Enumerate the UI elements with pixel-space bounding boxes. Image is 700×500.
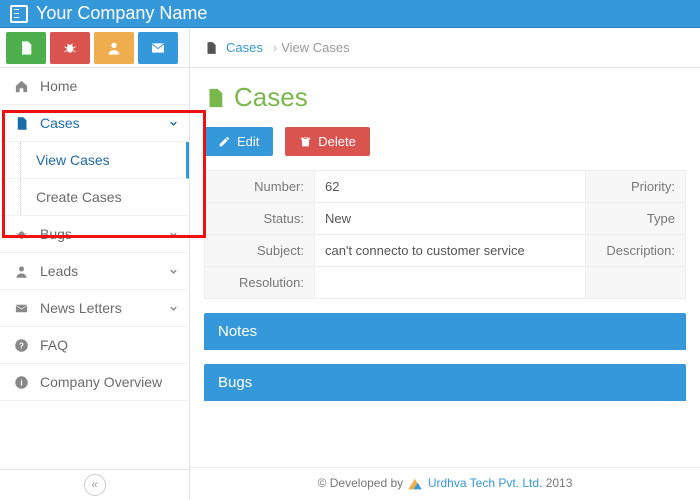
sidebar-item-news[interactable]: News Letters	[0, 290, 189, 327]
sidebar-collapse[interactable]: «	[0, 469, 189, 500]
field-value-resolution	[315, 267, 586, 299]
breadcrumb-root[interactable]: Cases	[226, 40, 263, 55]
pencil-icon	[218, 135, 231, 148]
bug-icon	[62, 40, 78, 56]
sidebar-item-create-cases[interactable]: Create Cases	[0, 179, 189, 216]
content: Cases Edit Delete Number:	[190, 68, 700, 467]
sidebar-item-label: Bugs	[40, 226, 72, 242]
edit-button[interactable]: Edit	[204, 127, 273, 156]
urdhva-logo-icon	[407, 476, 423, 492]
sidebar-item-home[interactable]: Home	[0, 68, 189, 105]
info-icon: i	[12, 375, 30, 390]
brand-bar: Your Company Name	[0, 0, 700, 28]
svg-text:i: i	[20, 378, 22, 387]
envelope-icon	[150, 40, 166, 56]
sidebar-item-cases[interactable]: Cases	[0, 105, 189, 142]
file-icon	[12, 116, 30, 131]
sidebar-item-label: Company Overview	[40, 374, 162, 390]
field-label: Priority:	[586, 171, 686, 203]
sidebar-item-label: View Cases	[36, 152, 110, 168]
chevron-down-icon	[168, 266, 179, 277]
sidebar-nav: Home Cases View Cases Create Cases	[0, 68, 189, 401]
sidebar-item-company[interactable]: i Company Overview	[0, 364, 189, 401]
footer: © Developed by Urdhva Tech Pvt. Ltd. 201…	[190, 467, 700, 500]
file-icon	[18, 40, 34, 56]
sidebar: Home Cases View Cases Create Cases	[0, 28, 190, 500]
field-label: Resolution:	[205, 267, 315, 299]
field-cell	[586, 267, 686, 299]
field-label: Status:	[205, 203, 315, 235]
chevron-down-icon	[168, 229, 179, 240]
delete-button[interactable]: Delete	[285, 127, 370, 156]
file-icon	[204, 41, 218, 55]
main-area: Cases › View Cases Cases Edit	[190, 28, 700, 500]
field-value-number: 62	[315, 171, 586, 203]
breadcrumb-current: View Cases	[281, 40, 349, 55]
chevron-down-icon	[168, 118, 179, 129]
detail-table: Number: 62 Priority: Status: New Type Su…	[204, 170, 686, 299]
bug-icon	[12, 227, 30, 242]
panel-bugs[interactable]: Bugs	[204, 364, 686, 401]
shortcut-row	[0, 28, 189, 68]
action-bar: Edit Delete	[204, 127, 686, 156]
file-icon	[204, 87, 226, 109]
envelope-icon	[12, 301, 30, 316]
user-icon	[106, 40, 122, 56]
page-title: Cases	[204, 82, 686, 113]
field-label: Type	[586, 203, 686, 235]
chevron-left-double-icon: «	[84, 474, 106, 496]
building-icon	[10, 5, 28, 23]
field-value-status: New	[315, 203, 586, 235]
shortcut-leads[interactable]	[94, 32, 134, 64]
sidebar-item-label: FAQ	[40, 337, 68, 353]
sidebar-item-faq[interactable]: ? FAQ	[0, 327, 189, 364]
footer-link[interactable]: Urdhva Tech Pvt. Ltd.	[428, 476, 543, 490]
user-icon	[12, 264, 30, 279]
field-label: Description:	[586, 235, 686, 267]
brand-title: Your Company Name	[36, 3, 207, 24]
home-icon	[12, 79, 30, 94]
trash-icon	[299, 135, 312, 148]
sidebar-item-label: Leads	[40, 263, 78, 279]
shortcut-bugs[interactable]	[50, 32, 90, 64]
svg-text:?: ?	[19, 341, 24, 350]
sidebar-item-view-cases[interactable]: View Cases	[0, 142, 189, 179]
shortcut-cases[interactable]	[6, 32, 46, 64]
question-icon: ?	[12, 338, 30, 353]
field-value-subject: can't connecto to customer service	[315, 235, 586, 267]
breadcrumb: Cases › View Cases	[190, 28, 700, 68]
sidebar-item-bugs[interactable]: Bugs	[0, 216, 189, 253]
chevron-down-icon	[168, 303, 179, 314]
sidebar-item-label: News Letters	[40, 300, 122, 316]
sidebar-item-leads[interactable]: Leads	[0, 253, 189, 290]
chevron-right-icon: ›	[273, 40, 277, 55]
field-label: Subject:	[205, 235, 315, 267]
field-label: Number:	[205, 171, 315, 203]
sidebar-item-label: Cases	[40, 115, 80, 131]
sidebar-item-label: Home	[40, 78, 77, 94]
shortcut-news[interactable]	[138, 32, 178, 64]
panel-notes[interactable]: Notes	[204, 313, 686, 350]
sidebar-item-label: Create Cases	[36, 189, 122, 205]
